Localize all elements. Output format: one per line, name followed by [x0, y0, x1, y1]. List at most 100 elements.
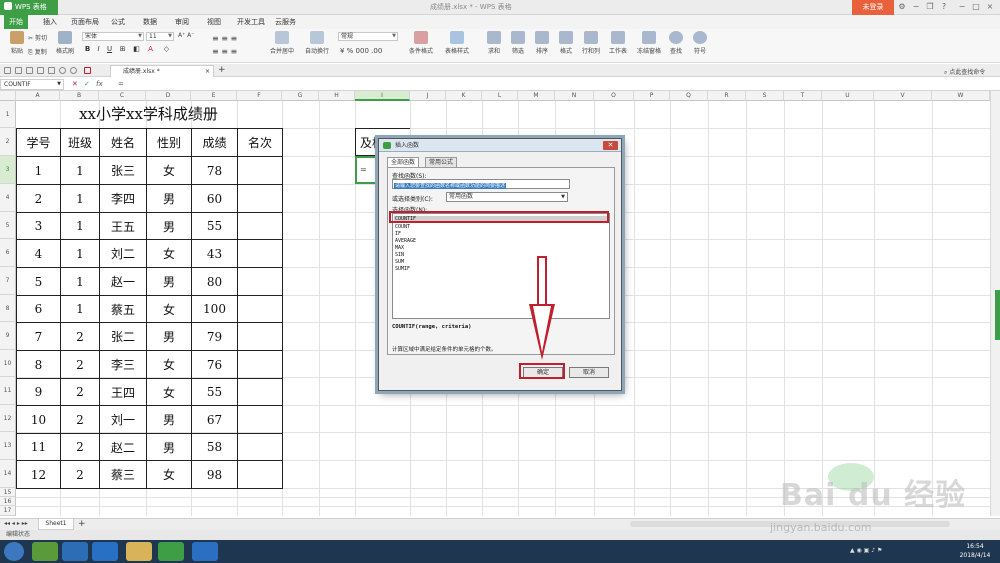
column-header[interactable]: C — [99, 91, 146, 101]
column-header[interactable]: U — [822, 91, 874, 101]
sum-button[interactable]: 求和 — [482, 31, 506, 61]
table-cell[interactable] — [237, 405, 283, 434]
column-header[interactable]: B — [60, 91, 99, 101]
align-left-icon[interactable]: ≡ ≡ ≡ — [212, 47, 237, 56]
column-header[interactable]: Q — [670, 91, 708, 101]
font-size-select[interactable]: 11 ▼ — [146, 32, 174, 41]
table-cell[interactable]: 男 — [146, 267, 192, 296]
select-all-corner[interactable] — [0, 91, 16, 101]
table-cell[interactable]: 1 — [60, 295, 100, 323]
merge-center-button[interactable]: 合并居中 — [266, 31, 298, 61]
column-header[interactable]: F — [237, 91, 282, 101]
tab-common-formulas[interactable]: 常用公式 — [425, 157, 458, 167]
border-icon[interactable]: ⊞ — [118, 45, 127, 54]
column-header[interactable]: G — [282, 91, 319, 101]
window-minimize-icon[interactable]: − — [958, 3, 966, 11]
column-header[interactable]: W — [932, 91, 990, 101]
menu-tab-review[interactable]: 审阅 — [170, 15, 194, 29]
freeze-panes-button[interactable]: 冻结窗格 — [634, 31, 664, 61]
table-cell[interactable]: 11 — [16, 433, 61, 461]
cancel-button[interactable]: 取消 — [569, 367, 609, 378]
row-header[interactable]: 4 — [0, 184, 16, 212]
redo-icon[interactable] — [70, 67, 77, 74]
menu-tab-cloud[interactable]: 云服务 — [270, 15, 301, 29]
table-cell[interactable]: 女 — [146, 295, 192, 323]
list-item[interactable]: MAX — [395, 245, 404, 252]
menu-tab-formula[interactable]: 公式 — [106, 15, 130, 29]
function-search-input[interactable]: 请输入您要查找的函数名称或函数功能的简要描述 — [392, 179, 570, 189]
table-cell[interactable]: 女 — [146, 239, 192, 268]
column-header[interactable]: M — [518, 91, 555, 101]
table-cell[interactable] — [237, 184, 283, 213]
table-cell[interactable]: 55 — [191, 212, 238, 240]
list-item[interactable]: COUNT — [395, 224, 410, 231]
table-cell[interactable]: 王五 — [99, 212, 147, 240]
menu-tab-data[interactable]: 数据 — [138, 15, 162, 29]
wps-writer-icon[interactable] — [192, 542, 218, 561]
table-cell[interactable]: 67 — [191, 405, 238, 434]
cancel-icon[interactable]: ✕ — [72, 79, 78, 90]
column-header[interactable]: J — [410, 91, 446, 101]
menu-tab-home[interactable]: 开始 — [4, 15, 28, 29]
browser-icon[interactable] — [62, 542, 88, 561]
confirm-icon[interactable]: ✓ — [84, 79, 90, 90]
column-header[interactable]: N — [555, 91, 594, 101]
preview-icon[interactable] — [48, 67, 55, 74]
table-cell[interactable]: 蔡三 — [99, 460, 147, 489]
table-cell[interactable] — [237, 322, 283, 351]
table-cell[interactable]: 男 — [146, 405, 192, 434]
table-cell[interactable]: 刘二 — [99, 239, 147, 268]
menu-tab-page-layout[interactable]: 页面布局 — [66, 15, 104, 29]
italic-button[interactable]: I — [94, 45, 103, 54]
underline-button[interactable]: U — [105, 45, 114, 54]
column-header[interactable]: H — [319, 91, 355, 101]
row-header[interactable]: 13 — [0, 432, 16, 460]
wrap-text-button[interactable]: 自动换行 — [302, 31, 332, 61]
table-cell[interactable]: 1 — [60, 212, 100, 240]
print-icon[interactable] — [37, 67, 44, 74]
table-cell[interactable]: 张三 — [99, 156, 147, 185]
table-cell[interactable]: 78 — [191, 156, 238, 185]
table-cell[interactable]: 2 — [60, 322, 100, 351]
table-cell[interactable]: 10 — [16, 405, 61, 434]
tray-icons[interactable]: ▲ ◉ ▣ ♪ ⚑ — [850, 547, 882, 554]
percent-icon[interactable]: ¥ % 000 .00 — [340, 47, 382, 55]
clock[interactable]: 16:54 2018/4/14 — [955, 542, 995, 560]
table-cell[interactable]: 李三 — [99, 350, 147, 379]
header-cell[interactable]: 成绩 — [191, 128, 238, 157]
table-cell[interactable] — [237, 267, 283, 296]
table-cell[interactable]: 60 — [191, 184, 238, 213]
table-cell[interactable]: 98 — [191, 460, 238, 489]
table-cell[interactable]: 1 — [60, 267, 100, 296]
header-cell[interactable]: 班级 — [60, 128, 100, 157]
table-cell[interactable] — [237, 378, 283, 406]
menu-tab-insert[interactable]: 插入 — [38, 15, 62, 29]
table-cell[interactable]: 1 — [60, 156, 100, 185]
table-cell[interactable]: 男 — [146, 184, 192, 213]
sheet-nav-arrows-icon[interactable]: ◂◂ ◂ ▸ ▸▸ — [4, 520, 28, 527]
column-header-selected[interactable]: I — [355, 91, 410, 101]
table-cell[interactable]: 6 — [16, 295, 61, 323]
filter-button[interactable]: 筛选 — [506, 31, 530, 61]
table-cell[interactable] — [237, 156, 283, 185]
format-painter-button[interactable]: 格式刷 — [50, 31, 80, 61]
table-cell[interactable] — [237, 295, 283, 323]
menu-tab-view[interactable]: 视图 — [202, 15, 226, 29]
category-select[interactable]: 常用函数 ▼ — [446, 192, 568, 202]
table-cell[interactable]: 9 — [16, 378, 61, 406]
sheet-tab-sheet1[interactable]: Sheet1 — [38, 519, 74, 530]
table-cell[interactable]: 女 — [146, 460, 192, 489]
table-cell[interactable]: 男 — [146, 433, 192, 461]
table-cell[interactable]: 赵一 — [99, 267, 147, 296]
restore-icon[interactable]: ❐ — [926, 3, 934, 11]
sheet-title-cell[interactable]: xx小学xx学科成绩册 — [16, 101, 281, 128]
add-sheet-button[interactable]: + — [78, 519, 86, 529]
row-header[interactable]: 17 — [0, 506, 16, 516]
minimize-icon[interactable]: − — [912, 3, 920, 11]
column-header[interactable]: T — [784, 91, 822, 101]
dialog-close-button[interactable]: ✕ — [603, 141, 618, 150]
table-cell[interactable] — [237, 433, 283, 461]
table-cell[interactable]: 王四 — [99, 378, 147, 406]
table-cell[interactable]: 3 — [16, 212, 61, 240]
conditional-format-button[interactable]: 条件格式 — [404, 31, 438, 61]
